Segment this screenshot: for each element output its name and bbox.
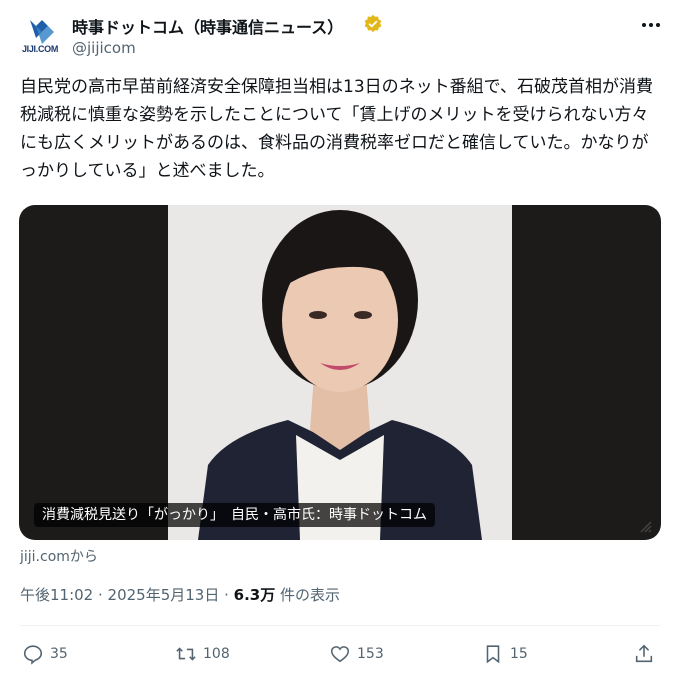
display-name[interactable]: 時事ドットコム（時事通信ニュース）	[72, 14, 343, 38]
portrait-image	[168, 205, 512, 540]
repost-button[interactable]: 108	[175, 642, 230, 666]
verified-badge-icon	[364, 14, 382, 33]
source-link[interactable]: jiji.comから	[20, 546, 98, 566]
share-icon	[635, 644, 653, 663]
reply-count: 35	[50, 646, 68, 662]
post-media[interactable]: 消費減税見送り「がっかり」 自民・高市氏：時事ドットコム	[19, 205, 661, 540]
handle[interactable]: @jijicom	[72, 39, 136, 57]
post-metadata: 午後11:02 · 2025年5月13日 · 6.3万 件の表示	[20, 584, 340, 605]
repost-count: 108	[203, 646, 230, 662]
view-count: 6.3万	[233, 586, 276, 604]
post-header: JIJI.COM 時事ドットコム（時事通信ニュース） @jijicom	[0, 0, 679, 70]
bookmark-icon	[486, 645, 500, 664]
repost-icon	[176, 647, 196, 661]
like-icon	[330, 646, 350, 663]
bookmark-button[interactable]: 15	[482, 642, 528, 666]
avatar-label: JIJI.COM	[21, 44, 59, 54]
avatar[interactable]: JIJI.COM	[16, 14, 64, 62]
reply-button[interactable]: 35	[22, 642, 68, 666]
post-timestamp[interactable]: 午後11:02 · 2025年5月13日 ·	[20, 586, 234, 604]
more-icon[interactable]	[636, 14, 666, 38]
resize-handle-icon	[640, 521, 652, 533]
media-caption: 消費減税見送り「がっかり」 自民・高市氏：時事ドットコム	[34, 503, 435, 527]
bookmark-count: 15	[510, 646, 528, 662]
share-button[interactable]	[633, 642, 661, 666]
divider	[20, 625, 660, 626]
like-count: 153	[357, 646, 384, 662]
like-button[interactable]: 153	[329, 642, 384, 666]
jiji-logo-icon	[30, 20, 54, 44]
view-label: 件の表示	[275, 586, 341, 604]
portrait-illustration	[168, 205, 512, 540]
reply-icon	[23, 645, 43, 665]
post-text: 自民党の高市早苗前経済安全保障担当相は13日のネット番組で、石破茂首相が消費税減…	[20, 77, 653, 181]
